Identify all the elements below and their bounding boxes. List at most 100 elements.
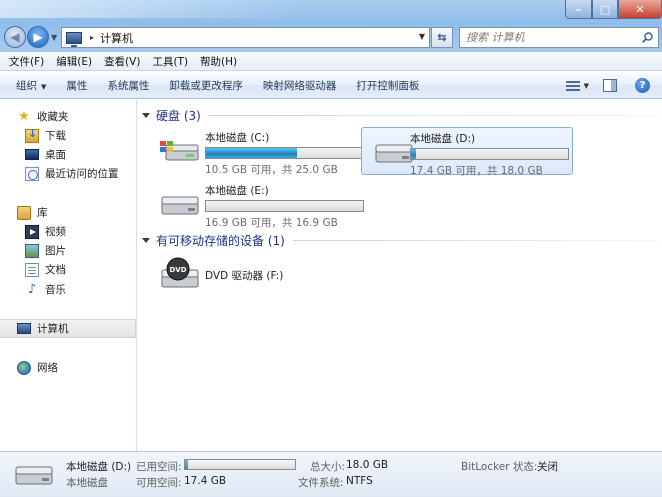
recent-places-icon xyxy=(25,166,39,181)
maximize-button[interactable]: □ xyxy=(592,0,618,19)
nav-pictures[interactable]: 图片 xyxy=(0,241,136,260)
breadcrumb-computer[interactable]: 计算机 xyxy=(100,30,133,46)
view-options-dropdown-icon[interactable]: ▼ xyxy=(584,82,589,90)
network-icon xyxy=(17,360,31,375)
video-icon xyxy=(25,224,39,239)
pictures-icon xyxy=(25,243,39,258)
nav-pictures-label: 图片 xyxy=(45,245,66,257)
address-bar[interactable]: ▸ 计算机 ▼ xyxy=(61,27,430,48)
back-button[interactable]: ◀ xyxy=(4,26,26,48)
uninstall-program-button[interactable]: 卸载或更改程序 xyxy=(159,78,253,93)
nav-recent-label: 最近访问的位置 xyxy=(45,168,119,180)
collapse-triangle-icon[interactable] xyxy=(142,112,150,118)
nav-music-label: 音乐 xyxy=(45,284,66,296)
address-history-dropdown-icon[interactable]: ▼ xyxy=(419,32,425,41)
map-network-drive-button[interactable]: 映射网络驱动器 xyxy=(253,78,347,93)
menu-view[interactable]: 查看(V) xyxy=(98,54,146,69)
search-icon[interactable] xyxy=(642,32,653,43)
collapse-triangle-icon[interactable] xyxy=(142,237,150,243)
documents-icon xyxy=(25,262,39,277)
bitlocker-label: BitLocker 状态: xyxy=(461,461,538,473)
removable-group-header[interactable]: 有可移动存储的设备 (1) xyxy=(142,231,658,249)
refresh-button[interactable]: ⇆ xyxy=(431,27,453,48)
window-controls: – □ ✕ xyxy=(565,0,662,19)
drive-e-name: 本地磁盘 (E:) xyxy=(205,185,269,197)
hard-drive-icon xyxy=(375,144,413,163)
nav-downloads[interactable]: 下载 xyxy=(0,126,136,145)
used-space-bar xyxy=(184,459,296,470)
nav-documents[interactable]: 文档 xyxy=(0,260,136,279)
properties-button[interactable]: 属性 xyxy=(56,78,97,93)
dvd-drive-icon: DVD xyxy=(161,257,199,288)
hard-drive-icon xyxy=(161,196,199,215)
drive-e[interactable]: 本地磁盘 (E:) 16.9 GB 可用，共 16.9 GB xyxy=(148,180,364,229)
nav-libraries[interactable]: 库 xyxy=(0,203,136,222)
menu-file[interactable]: 文件(F) xyxy=(3,54,50,69)
nav-network[interactable]: 网络 xyxy=(0,358,136,377)
system-properties-button[interactable]: 系统属性 xyxy=(97,78,159,93)
drive-c-usage-fill xyxy=(206,148,298,158)
explorer-window: – □ ✕ ◀ ▶ ▼ ▸ 计算机 ▼ ⇆ 文件(F) 编辑(E) 查看(V) … xyxy=(0,0,662,497)
navigation-pane: ★ 收藏夹 下载 桌面 最近访问的位置 库 视频 图片 文档 xyxy=(0,100,137,451)
open-control-panel-button[interactable]: 打开控制面板 xyxy=(346,78,429,93)
title-bar: – □ ✕ ◀ ▶ ▼ ▸ 计算机 ▼ ⇆ xyxy=(0,0,662,52)
drive-e-info: 16.9 GB 可用，共 16.9 GB xyxy=(205,217,338,229)
drive-d-info: 17.4 GB 可用，共 18.0 GB xyxy=(410,165,543,177)
search-input[interactable] xyxy=(466,31,636,44)
dvd-badge-text: DVD xyxy=(169,266,186,274)
used-space-label: 已用空间: xyxy=(136,461,182,473)
breadcrumb-separator-icon[interactable]: ▸ xyxy=(90,33,94,42)
file-system-label: 文件系统: xyxy=(298,477,344,489)
menu-bar: 文件(F) 编辑(E) 查看(V) 工具(T) 帮助(H) xyxy=(0,52,662,71)
nav-videos[interactable]: 视频 xyxy=(0,222,136,241)
library-icon xyxy=(17,205,31,220)
nav-recent-places[interactable]: 最近访问的位置 xyxy=(0,164,136,183)
menu-edit[interactable]: 编辑(E) xyxy=(50,54,98,69)
star-icon: ★ xyxy=(18,108,30,124)
menu-help[interactable]: 帮助(H) xyxy=(194,54,243,69)
forward-arrow-icon: ▶ xyxy=(33,30,43,44)
nav-favorites-label: 收藏夹 xyxy=(37,111,69,123)
total-size-label: 总大小: xyxy=(310,461,346,473)
drive-f-name: DVD 驱动器 (F:) xyxy=(205,270,284,282)
bitlocker-value: 关闭 xyxy=(537,461,558,473)
nav-desktop[interactable]: 桌面 xyxy=(0,145,136,164)
hard-disks-group-header[interactable]: 硬盘 (3) xyxy=(142,106,658,124)
recent-pages-dropdown[interactable]: ▼ xyxy=(51,33,57,42)
drive-d[interactable]: 本地磁盘 (D:) 17.4 GB 可用，共 18.0 GB xyxy=(361,127,573,177)
organize-button[interactable]: 组织 ▼ xyxy=(6,78,56,93)
windows-system-drive-icon xyxy=(160,141,199,161)
file-system-value: NTFS xyxy=(346,475,373,487)
drive-f-dvd[interactable]: DVD DVD 驱动器 (F:) xyxy=(148,255,318,299)
nav-downloads-label: 下载 xyxy=(45,130,66,142)
close-button[interactable]: ✕ xyxy=(618,0,662,19)
drive-c[interactable]: 本地磁盘 (C:) 10.5 GB 可用，共 25.0 GB xyxy=(148,127,364,176)
chevron-down-icon: ▼ xyxy=(41,82,47,91)
menu-tools[interactable]: 工具(T) xyxy=(146,54,194,69)
free-space-value: 17.4 GB xyxy=(184,475,227,487)
nav-music[interactable]: ♪ 音乐 xyxy=(0,280,136,299)
music-icon: ♪ xyxy=(27,281,37,297)
change-view-icon[interactable] xyxy=(565,80,580,92)
minimize-button[interactable]: – xyxy=(565,0,592,19)
details-pane: 本地磁盘 (D:) 本地磁盘 已用空间: 可用空间: 17.4 GB 总大小: … xyxy=(0,451,662,497)
computer-icon xyxy=(17,323,31,334)
drive-c-usage-bar xyxy=(205,147,364,159)
preview-pane-icon[interactable] xyxy=(603,79,617,92)
hard-disks-group-title: 硬盘 (3) xyxy=(156,108,201,123)
drive-e-usage-bar xyxy=(205,200,364,212)
help-icon[interactable]: ? xyxy=(635,78,650,93)
command-bar: 组织 ▼ 属性 系统属性 卸载或更改程序 映射网络驱动器 打开控制面板 ▼ ? xyxy=(0,72,662,99)
search-box[interactable] xyxy=(459,27,659,48)
drive-c-info: 10.5 GB 可用，共 25.0 GB xyxy=(205,164,338,176)
organize-label: 组织 xyxy=(16,79,37,92)
nav-libraries-label: 库 xyxy=(37,207,48,219)
nav-computer[interactable]: 计算机 xyxy=(0,319,136,338)
computer-icon xyxy=(66,31,82,47)
drive-d-name: 本地磁盘 (D:) xyxy=(410,133,476,145)
forward-button[interactable]: ▶ xyxy=(27,26,49,48)
used-space-fill xyxy=(185,460,189,469)
content-pane: 硬盘 (3) 本地磁盘 (C:) 10.5 GB 可用，共 25.0 GB 本地… xyxy=(138,100,662,451)
nav-computer-label: 计算机 xyxy=(37,323,69,335)
nav-favorites[interactable]: ★ 收藏夹 xyxy=(0,107,136,126)
